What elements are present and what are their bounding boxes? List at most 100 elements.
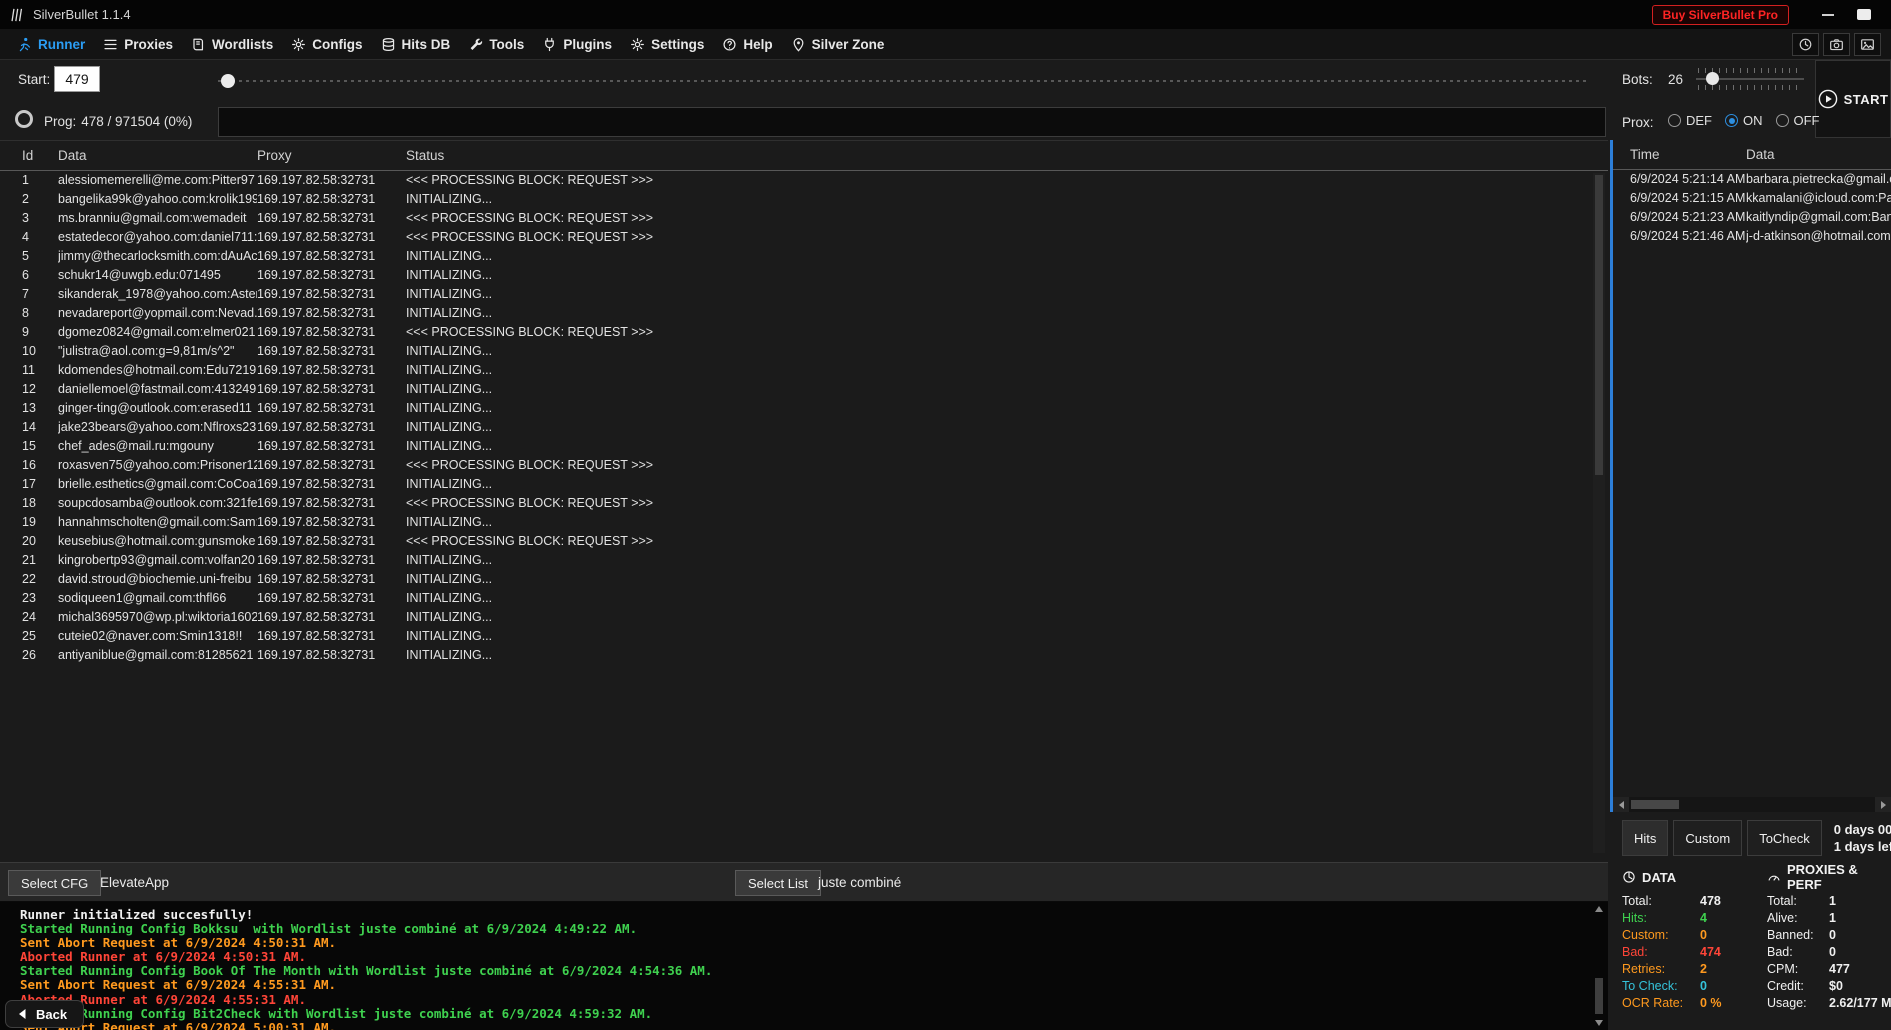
- prox-off-radio[interactable]: OFF: [1776, 113, 1820, 128]
- scrollbar-thumb[interactable]: [1595, 978, 1603, 1014]
- data-stats-panel: DATA Total: 478 Hits: 4 Custom: 0: [1622, 868, 1762, 1011]
- table-row[interactable]: 19 hannahmscholten@gmail.com:Sam: 169.19…: [0, 513, 1608, 532]
- bots-slider-thumb[interactable]: [1706, 72, 1719, 85]
- radio-icon: [1725, 114, 1738, 127]
- menu-silver-zone[interactable]: Silver Zone: [782, 29, 894, 59]
- camera-button[interactable]: [1823, 33, 1850, 56]
- table-row[interactable]: 11 kdomendes@hotmail.com:Edu7219 169.197…: [0, 361, 1608, 380]
- back-button[interactable]: Back: [5, 1000, 84, 1028]
- table-row[interactable]: 20 keusebius@hotmail.com:gunsmoke 169.19…: [0, 532, 1608, 551]
- table-row[interactable]: 22 david.stroud@biochemie.uni-freibu 169…: [0, 570, 1608, 589]
- menu-settings[interactable]: Settings: [621, 29, 713, 59]
- hits-horizontal-scrollbar[interactable]: [1613, 797, 1891, 812]
- stat-value: 474: [1700, 945, 1721, 959]
- scroll-up-icon[interactable]: [1595, 906, 1603, 912]
- cell-data: sodiqueen1@gmail.com:thfl66: [58, 589, 257, 608]
- table-row[interactable]: 25 cuteie02@naver.com:Smin1318!! 169.197…: [0, 627, 1608, 646]
- menu-configs[interactable]: Configs: [282, 29, 371, 59]
- hit-row[interactable]: 6/9/2024 5:21:15 AM kkamalani@icloud.com…: [1613, 189, 1891, 208]
- scroll-right-button[interactable]: [1875, 797, 1891, 812]
- log-line: Started Running Config Bit2Check with Wo…: [20, 1007, 1608, 1021]
- table-row[interactable]: 10 "julistra@aol.com:g=9,81m/s^2" 169.19…: [0, 342, 1608, 361]
- hit-row[interactable]: 6/9/2024 5:21:46 AM j-d-atkinson@hotmail…: [1613, 227, 1891, 246]
- table-row[interactable]: 3 ms.branniu@gmail.com:wemadeit 169.197.…: [0, 209, 1608, 228]
- cell-id: 8: [22, 304, 58, 323]
- left-arrow-icon: [1619, 801, 1624, 809]
- close-button[interactable]: [1851, 5, 1877, 25]
- table-row[interactable]: 23 sodiqueen1@gmail.com:thfl66 169.197.8…: [0, 589, 1608, 608]
- cell-proxy: 169.197.82.58:32731: [257, 323, 406, 342]
- table-row[interactable]: 6 schukr14@uwgb.edu:071495 169.197.82.58…: [0, 266, 1608, 285]
- table-row[interactable]: 13 ginger-ting@outlook.com:erased11 169.…: [0, 399, 1608, 418]
- scrollbar-thumb[interactable]: [1631, 800, 1679, 809]
- minimize-button[interactable]: [1815, 5, 1841, 25]
- hit-row[interactable]: 6/9/2024 5:21:23 AM kaitlyndip@gmail.com…: [1613, 208, 1891, 227]
- stat-value: 0: [1829, 945, 1836, 959]
- col-data[interactable]: Data: [58, 148, 257, 163]
- table-vertical-scrollbar[interactable]: [1593, 173, 1605, 853]
- prox-def-radio[interactable]: DEF: [1668, 113, 1712, 128]
- table-row[interactable]: 21 kingrobertp93@gmail.com:volfan20 169.…: [0, 551, 1608, 570]
- col-status[interactable]: Status: [406, 148, 1608, 163]
- start-slider-thumb[interactable]: [221, 74, 235, 88]
- cell-status: INITIALIZING...: [406, 589, 1608, 608]
- cell-proxy: 169.197.82.58:32731: [257, 285, 406, 304]
- table-row[interactable]: 14 jake23bears@yahoo.com:Nflroxs23 169.1…: [0, 418, 1608, 437]
- col-hit-data[interactable]: Data: [1746, 147, 1891, 162]
- log-scrollbar[interactable]: [1592, 904, 1606, 1028]
- history-button[interactable]: [1792, 33, 1819, 56]
- table-row[interactable]: 26 antiyaniblue@gmail.com:81285621 169.1…: [0, 646, 1608, 665]
- col-id[interactable]: Id: [22, 148, 58, 163]
- table-row[interactable]: 8 nevadareport@yopmail.com:Nevad. 169.19…: [0, 304, 1608, 323]
- proxies-stats-panel: PROXIES & PERF Total: 1 Alive: 1 Banned:…: [1767, 868, 1891, 1011]
- table-row[interactable]: 12 daniellemoel@fastmail.com:413249 169.…: [0, 380, 1608, 399]
- hits-panel-tab[interactable]: Custom: [1673, 820, 1742, 856]
- menu-runner[interactable]: Runner: [8, 29, 94, 59]
- select-cfg-button[interactable]: Select CFG: [8, 870, 101, 896]
- table-row[interactable]: 7 sikanderak_1978@yahoo.com:Aster 169.19…: [0, 285, 1608, 304]
- table-row[interactable]: 2 bangelika99k@yahoo.com:krolik199 169.1…: [0, 190, 1608, 209]
- start-input[interactable]: [54, 66, 100, 92]
- menu-label: Hits DB: [402, 37, 451, 52]
- table-row[interactable]: 18 soupcdosamba@outlook.com:321fe 169.19…: [0, 494, 1608, 513]
- table-row[interactable]: 1 alessiomemerelli@me.com:Pitter97 169.1…: [0, 171, 1608, 190]
- scroll-left-button[interactable]: [1613, 797, 1629, 812]
- menu-label: Proxies: [124, 37, 173, 52]
- buy-pro-button[interactable]: Buy SilverBullet Pro: [1652, 5, 1789, 25]
- cell-data: hannahmscholten@gmail.com:Sam:: [58, 513, 257, 532]
- menu-proxies[interactable]: Proxies: [94, 29, 182, 59]
- scroll-down-icon[interactable]: [1595, 1020, 1603, 1026]
- start-slider[interactable]: [218, 74, 1590, 88]
- menu-plugins[interactable]: Plugins: [533, 29, 621, 59]
- table-row[interactable]: 16 roxasven75@yahoo.com:Prisoner12 169.1…: [0, 456, 1608, 475]
- table-row[interactable]: 17 brielle.esthetics@gmail.com:CoCoa" 16…: [0, 475, 1608, 494]
- table-row[interactable]: 24 michal3695970@wp.pl:wiktoria1602 169.…: [0, 608, 1608, 627]
- stat-label: Banned:: [1767, 928, 1829, 942]
- hits-panel-tab[interactable]: ToCheck: [1747, 820, 1822, 856]
- scrollbar-thumb[interactable]: [1595, 175, 1603, 475]
- image-button[interactable]: [1854, 33, 1881, 56]
- select-list-button[interactable]: Select List: [735, 870, 821, 896]
- selected-wordlist-name: juste combiné: [818, 875, 901, 890]
- cell-id: 13: [22, 399, 58, 418]
- col-proxy[interactable]: Proxy: [257, 148, 406, 163]
- log-lines: Runner initialized succesfully! Started …: [20, 908, 1608, 1030]
- table-row[interactable]: 4 estatedecor@yahoo.com:daniel711: 169.1…: [0, 228, 1608, 247]
- menu-tools[interactable]: Tools: [459, 29, 533, 59]
- menu-wordlists[interactable]: Wordlists: [182, 29, 282, 59]
- table-row[interactable]: 5 jimmy@thecarlocksmith.com:dAuAc 169.19…: [0, 247, 1608, 266]
- hits-panel-tab[interactable]: Hits: [1622, 820, 1668, 856]
- table-row[interactable]: 9 dgomez0824@gmail.com:elmer021 169.197.…: [0, 323, 1608, 342]
- hit-row[interactable]: 6/9/2024 5:21:14 AM barbara.pietrecka@gm…: [1613, 170, 1891, 189]
- runner-log[interactable]: Runner initialized succesfully! Started …: [0, 902, 1608, 1030]
- menu-hits-db[interactable]: Hits DB: [372, 29, 460, 59]
- stat-label: To Check:: [1622, 979, 1700, 993]
- table-row[interactable]: 15 chef_ades@mail.ru:mgouny 169.197.82.5…: [0, 437, 1608, 456]
- proxies-panel-icon: [1767, 870, 1781, 884]
- bots-slider[interactable]: [1694, 66, 1806, 92]
- prox-on-radio[interactable]: ON: [1725, 113, 1763, 128]
- menu-help[interactable]: Help: [713, 29, 781, 59]
- start-button[interactable]: START: [1815, 60, 1891, 138]
- cell-data: kingrobertp93@gmail.com:volfan20: [58, 551, 257, 570]
- col-time[interactable]: Time: [1630, 147, 1746, 162]
